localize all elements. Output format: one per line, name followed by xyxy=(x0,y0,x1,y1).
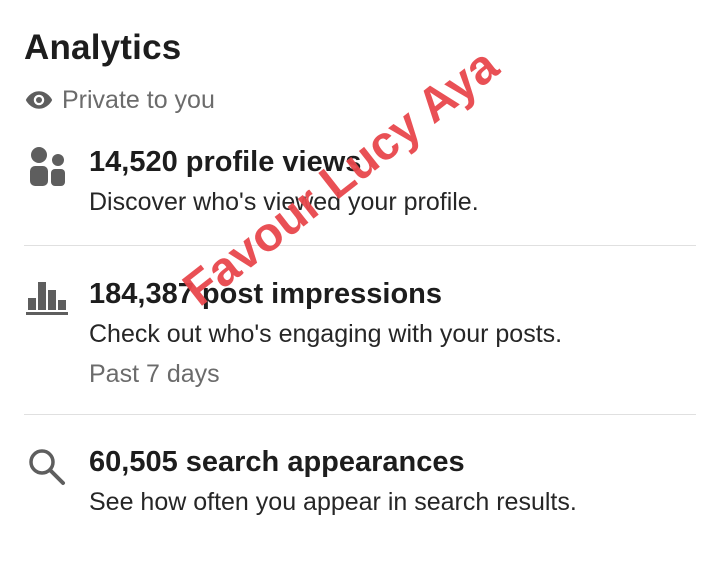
search-appearances-description: See how often you appear in search resul… xyxy=(89,488,577,516)
eye-icon xyxy=(25,91,53,109)
privacy-indicator: Private to you xyxy=(24,84,215,116)
search-appearances-heading: 60,505 search appearances xyxy=(89,446,465,478)
divider xyxy=(24,245,696,246)
page-title: Analytics xyxy=(24,28,182,67)
post-impressions-item[interactable]: 184,387 post impressions Check out who's… xyxy=(24,278,696,398)
search-icon xyxy=(29,449,65,485)
post-impressions-heading: 184,387 post impressions xyxy=(89,278,442,310)
divider xyxy=(24,414,696,415)
bar-chart-icon xyxy=(26,282,68,315)
profile-views-item[interactable]: 14,520 profile views Discover who's view… xyxy=(24,146,696,226)
post-impressions-period: Past 7 days xyxy=(89,360,220,388)
privacy-label: Private to you xyxy=(62,85,215,114)
profile-views-heading: 14,520 profile views xyxy=(89,146,362,178)
post-impressions-description: Check out who's engaging with your posts… xyxy=(89,320,563,348)
people-icon xyxy=(30,147,65,186)
search-appearances-item[interactable]: 60,505 search appearances See how often … xyxy=(24,446,696,526)
profile-views-description: Discover who's viewed your profile. xyxy=(89,188,479,216)
analytics-card: Analytics Private to you 14,520 profile … xyxy=(0,0,720,566)
